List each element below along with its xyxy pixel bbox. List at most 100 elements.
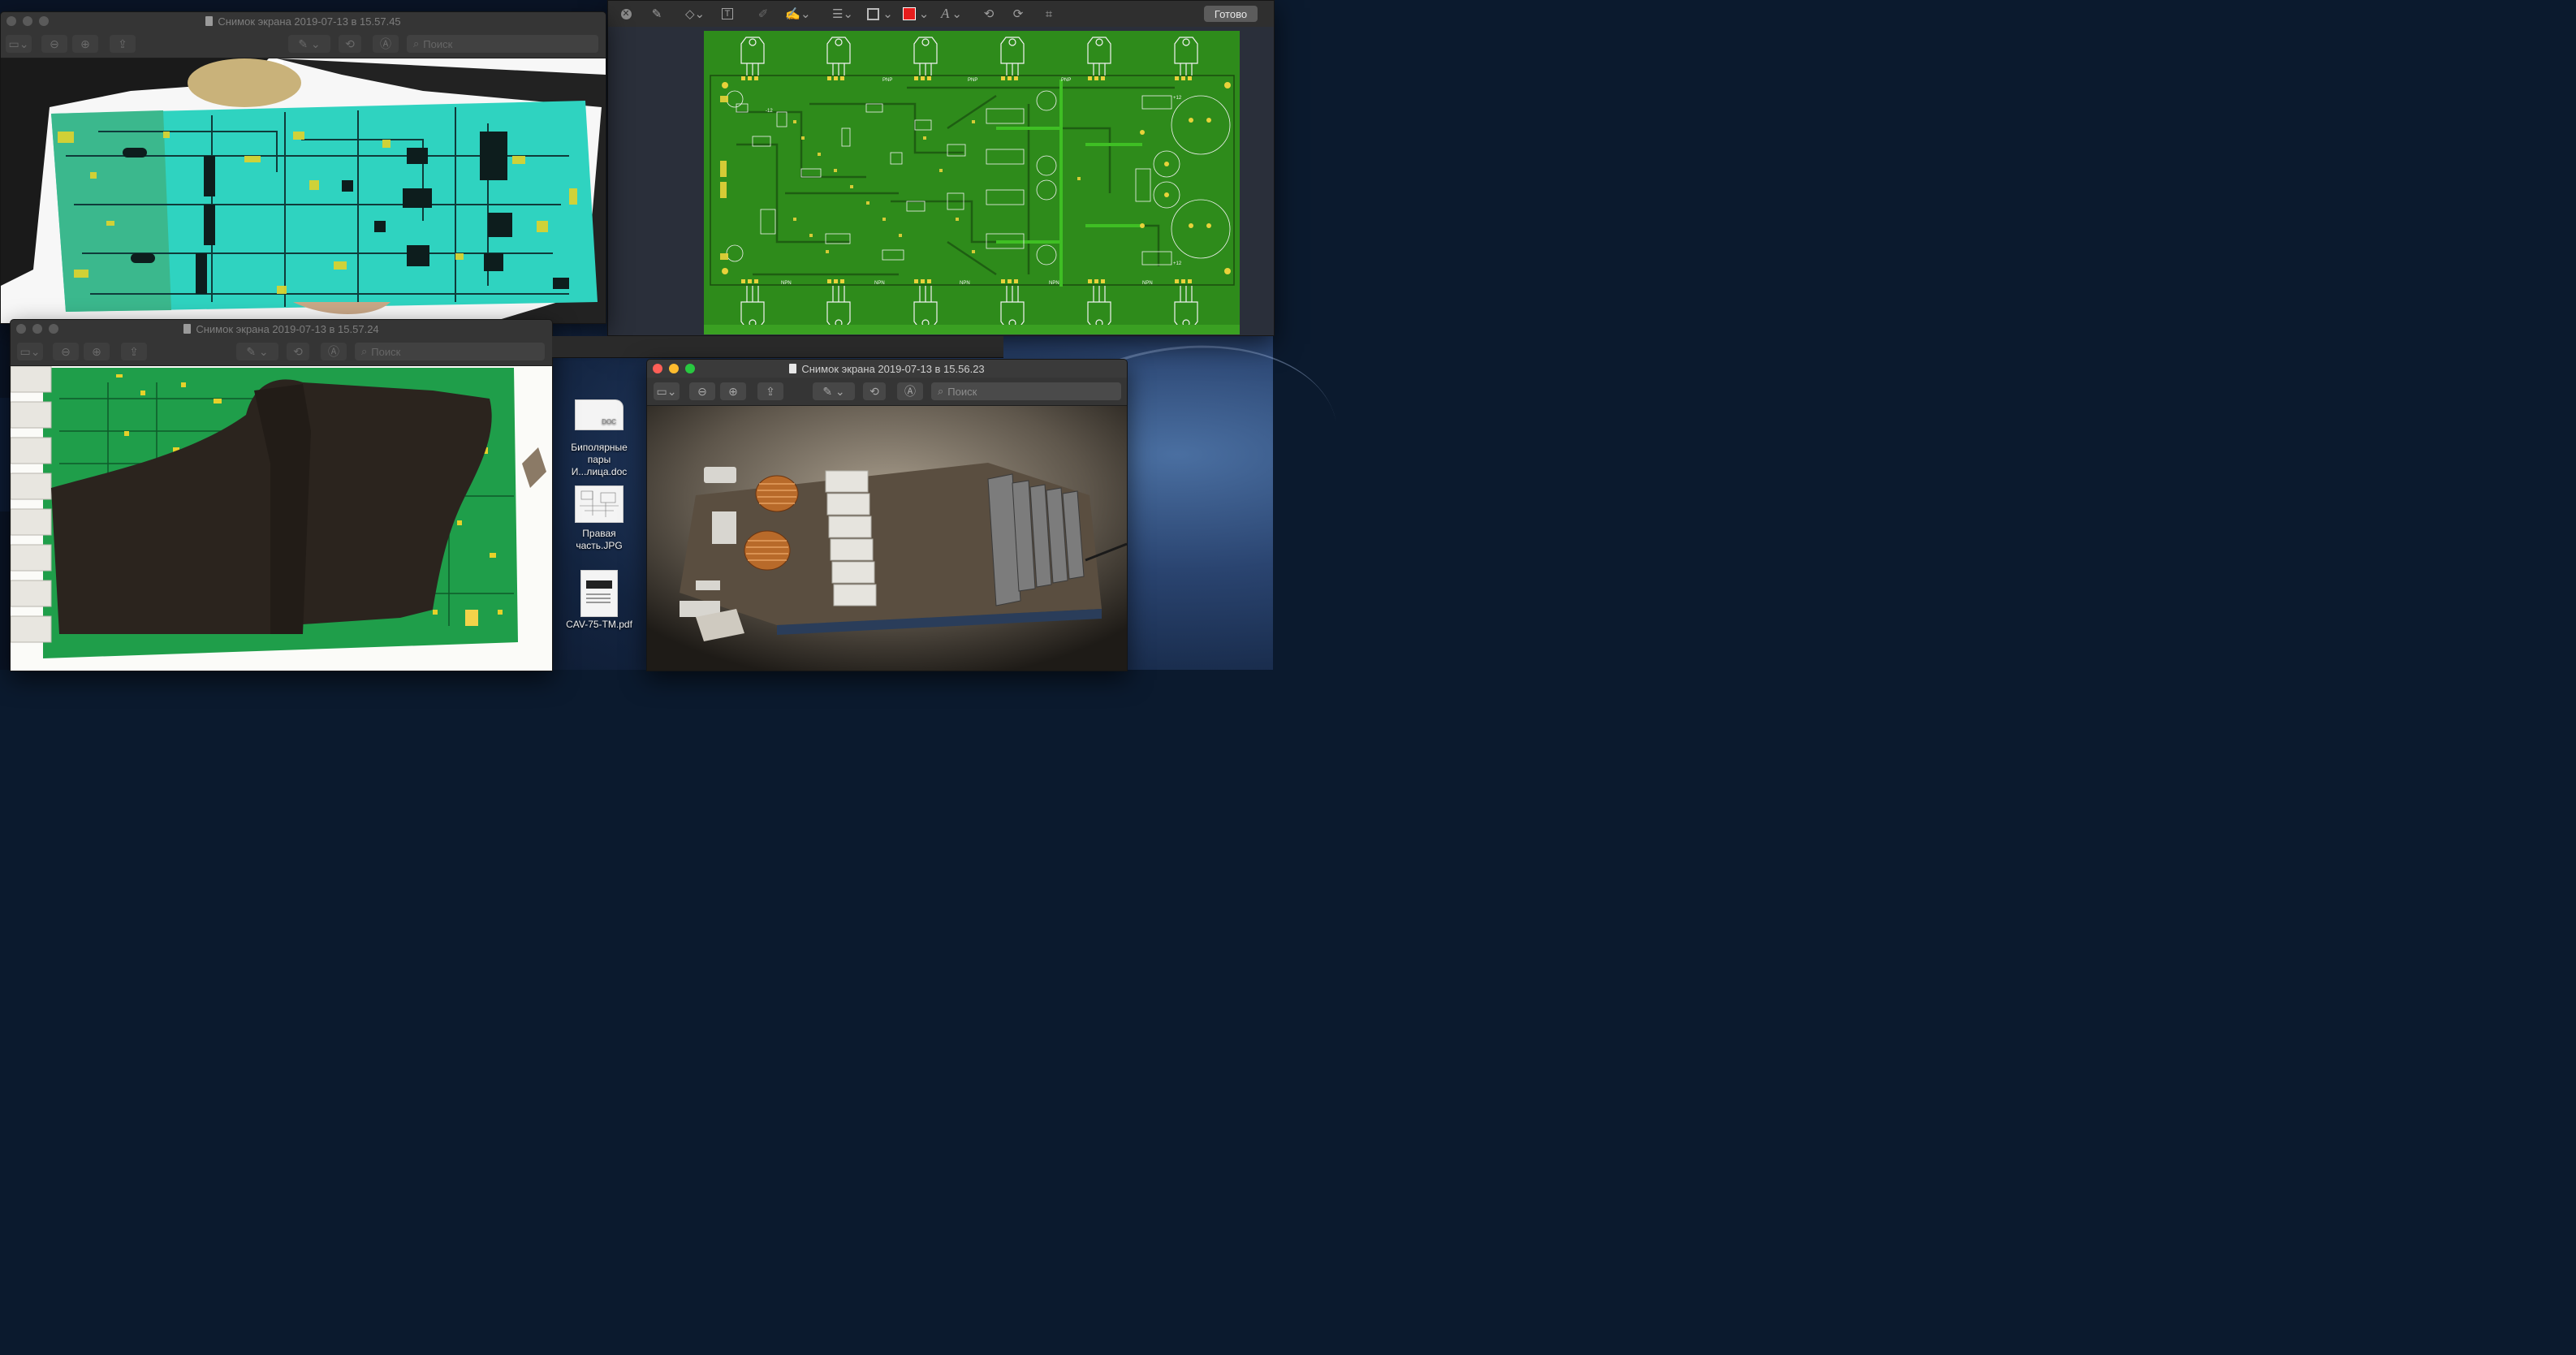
share-icon: ⇪ [766, 384, 775, 398]
close-markup-button[interactable]: ✕ [619, 6, 632, 22]
share-button[interactable]: ⇪ [110, 35, 136, 53]
close-button[interactable] [653, 364, 662, 373]
markup-toggle-button[interactable]: Ⓐ [373, 35, 399, 53]
crop-icon: ⌗ [1045, 6, 1053, 21]
pen-icon: ✎ ⌄ [246, 344, 269, 358]
background-window-strip [552, 336, 1003, 358]
highlight-tool-button[interactable]: ✐ [754, 6, 772, 22]
desktop-icon-label: CAV-75-TM.pdf [566, 619, 632, 630]
title-bar[interactable]: Снимок экрана 2019-07-13 в 15.57.24 [11, 320, 552, 338]
preview-window-15-56-23[interactable]: Снимок экрана 2019-07-13 в 15.56.23 ▭⌄ ⊖… [646, 359, 1128, 671]
rotate-icon: ⟲ [293, 344, 303, 358]
zoom-out-icon: ⊖ [61, 344, 71, 358]
red-square-icon [902, 7, 916, 20]
window-title: Снимок экрана 2019-07-13 в 15.56.23 [801, 362, 985, 375]
search-placeholder: Поиск [371, 345, 401, 358]
search-placeholder: Поиск [947, 385, 977, 398]
sketch-tool-button[interactable]: ✎ [647, 6, 667, 22]
search-field[interactable]: ⌕ Поиск [931, 382, 1121, 400]
sidebar-icon: ▭⌄ [656, 384, 677, 398]
zoom-button[interactable] [49, 324, 58, 334]
pcb-layout-image: PNP PNP PNP NPN NPN NPN NPN NPN +12 +12 … [704, 31, 1240, 334]
border-color-button[interactable]: ⌄ [866, 6, 894, 22]
minimize-button[interactable] [32, 324, 42, 334]
zoom-out-button[interactable]: ⊖ [41, 35, 67, 53]
zoom-in-button[interactable]: ⊕ [84, 343, 110, 360]
markup-circle-icon: Ⓐ [904, 385, 916, 398]
sidebar-toggle-button[interactable]: ▭⌄ [654, 382, 680, 400]
pnp-label: PNP [882, 78, 892, 83]
search-field[interactable]: ⌕ Поиск [355, 343, 545, 360]
zoom-in-icon: ⊕ [92, 344, 101, 358]
desktop-icon-doc[interactable]: DOC Биполярные пары И...лица.doc [554, 399, 644, 478]
search-icon: ⌕ [361, 345, 368, 357]
amplifier-board-photo [647, 406, 1127, 671]
fill-color-button[interactable]: ⌄ [902, 6, 930, 22]
window-toolbar: ▭⌄ ⊖ ⊕ ⇪ ✎ ⌄ ⟲ Ⓐ ⌕ Поиск [11, 338, 552, 366]
share-button[interactable]: ⇪ [121, 343, 147, 360]
minimize-button[interactable] [23, 16, 32, 26]
sign-tool-button[interactable]: ✍⌄ [782, 6, 814, 22]
close-button[interactable] [6, 16, 16, 26]
done-button[interactable]: Готово [1204, 6, 1258, 22]
text-tool-button[interactable]: T [718, 6, 736, 22]
rotate-right-button[interactable]: ⟳ [1009, 6, 1027, 22]
desktop-icon-pdf[interactable]: CAV-75-TM.pdf [554, 570, 644, 631]
traffic-lights [653, 364, 695, 373]
marker-icon: ✐ [757, 7, 769, 21]
line-style-button[interactable]: ☰⌄ [829, 6, 857, 22]
text-style-button[interactable]: A ⌄ [938, 6, 965, 22]
markup-pen-button[interactable]: ✎ ⌄ [813, 382, 855, 400]
markup-toggle-button[interactable]: Ⓐ [321, 343, 347, 360]
zoom-button[interactable] [39, 16, 49, 26]
rotate-left-button[interactable]: ⟲ [980, 6, 998, 22]
crop-button[interactable]: ⌗ [1040, 6, 1058, 22]
zoom-button[interactable] [685, 364, 695, 373]
preview-window-15-57-24[interactable]: Снимок экрана 2019-07-13 в 15.57.24 ▭⌄ ⊖… [10, 319, 553, 671]
zoom-out-button[interactable]: ⊖ [53, 343, 79, 360]
zoom-in-button[interactable]: ⊕ [720, 382, 746, 400]
sidebar-toggle-button[interactable]: ▭⌄ [17, 343, 43, 360]
pnp-label: PNP [968, 78, 977, 83]
window-title: Снимок экрана 2019-07-13 в 15.57.24 [196, 322, 379, 335]
zoom-out-button[interactable]: ⊖ [689, 382, 715, 400]
title-bar[interactable]: Снимок экрана 2019-07-13 в 15.56.23 [647, 360, 1127, 378]
markup-toggle-button[interactable]: Ⓐ [897, 382, 923, 400]
pdf-file-icon [580, 570, 618, 617]
preview-window-15-57-45[interactable]: Снимок экрана 2019-07-13 в 15.57.45 ▭⌄ ⊖… [0, 11, 606, 324]
window-toolbar: ▭⌄ ⊖ ⊕ ⇪ ✎ ⌄ ⟲ Ⓐ ⌕ Поиск [1, 30, 606, 58]
markup-pen-button[interactable]: ✎ ⌄ [288, 35, 330, 53]
document-icon [205, 16, 214, 26]
npn-label: NPN [874, 281, 885, 286]
doc-badge: DOC [602, 418, 616, 425]
sidebar-toggle-button[interactable]: ▭⌄ [6, 35, 32, 53]
zoom-in-icon: ⊕ [728, 384, 738, 398]
desktop-icon-jpg[interactable]: Правая часть.JPG [554, 485, 644, 552]
rotate-button[interactable]: ⟲ [287, 343, 309, 360]
zoom-in-button[interactable]: ⊕ [72, 35, 98, 53]
share-button[interactable]: ⇪ [757, 382, 783, 400]
close-button[interactable] [16, 324, 26, 334]
window-title: Снимок экрана 2019-07-13 в 15.57.45 [218, 15, 401, 28]
markup-window[interactable]: ✕ ✎ ◇⌄ T ✐ ✍⌄ ☰⌄ ⌄ ⌄ A ⌄ ⟲ ⟳ ⌗ Готово PN… [607, 0, 1275, 336]
zoom-in-icon: ⊕ [80, 37, 90, 50]
left-edge-fragment [0, 398, 10, 511]
jpg-file-icon [575, 485, 624, 523]
lines-icon: ☰⌄ [831, 7, 853, 21]
shapes-tool-button[interactable]: ◇⌄ [681, 6, 709, 22]
font-a-icon: A [941, 6, 950, 21]
search-icon: ⌕ [938, 385, 944, 397]
pdf-preview-text [586, 593, 611, 595]
zoom-out-icon: ⊖ [697, 384, 707, 398]
desktop-icon-label: Правая часть.JPG [576, 528, 623, 551]
plus12-label: +12 [1173, 261, 1182, 266]
rotate-button[interactable]: ⟲ [863, 382, 886, 400]
minimize-button[interactable] [669, 364, 679, 373]
npn-label: NPN [781, 281, 792, 286]
rotate-button[interactable]: ⟲ [339, 35, 361, 53]
markup-pen-button[interactable]: ✎ ⌄ [236, 343, 278, 360]
title-bar[interactable]: Снимок экрана 2019-07-13 в 15.57.45 [1, 12, 606, 30]
search-field[interactable]: ⌕ Поиск [407, 35, 598, 53]
border-square-icon [867, 7, 880, 20]
pcb-backlit-photo [1, 58, 606, 323]
